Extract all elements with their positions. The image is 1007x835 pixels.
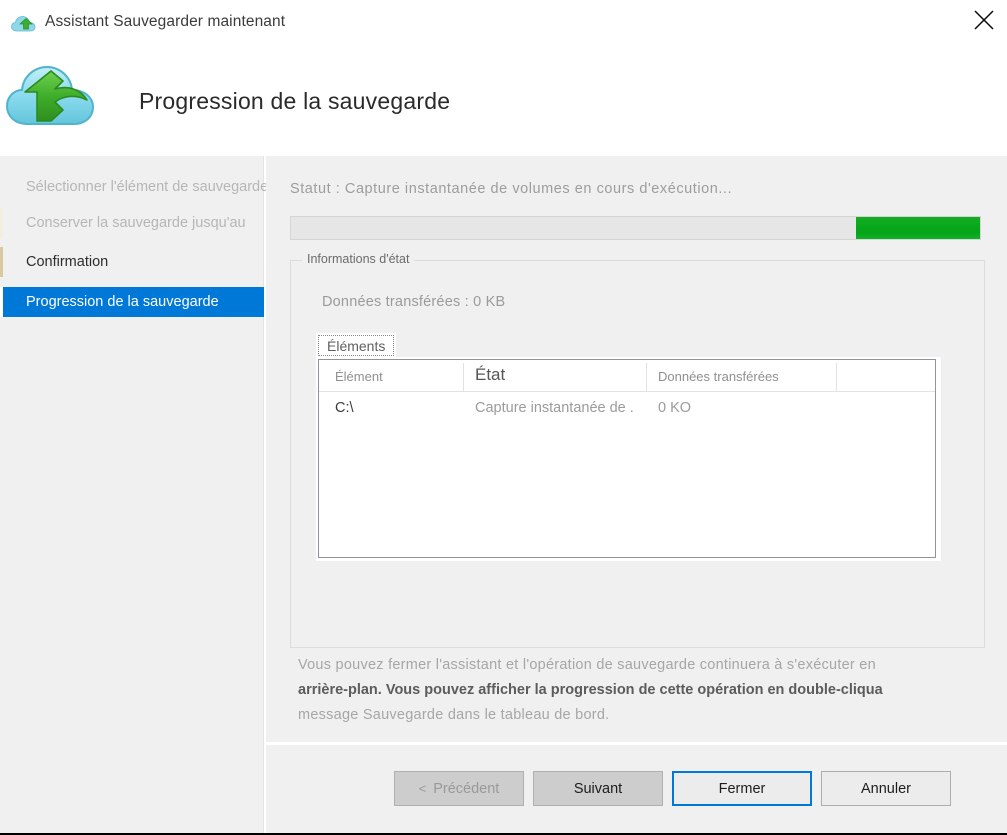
progress-bar-fill xyxy=(855,217,980,239)
note-line-3: message Sauvegarde dans le tableau de bo… xyxy=(298,707,610,723)
sidebar-item-label: Sélectionner l'élément de sauvegarde xyxy=(26,179,269,195)
status-info-legend: Informations d'état xyxy=(302,252,415,266)
sidebar-item-label: Conserver la sauvegarde jusqu'au xyxy=(26,215,246,231)
step-marker xyxy=(0,287,3,317)
chevron-left-icon: < xyxy=(418,781,427,796)
step-marker xyxy=(0,172,3,202)
cell-transferred: 0 KO xyxy=(658,400,692,416)
close-button-label: Fermer xyxy=(718,780,766,797)
status-info-groupbox: Informations d'état Données transférées … xyxy=(290,252,985,648)
tab-label: Éléments xyxy=(327,337,386,354)
column-divider[interactable] xyxy=(836,363,837,391)
backup-wizard-window: Assistant Sauvegarder maintenant Progres… xyxy=(0,0,1007,835)
window-title: Assistant Sauvegarder maintenant xyxy=(45,13,286,30)
status-text: Statut : Capture instantanée de volumes … xyxy=(290,181,733,197)
close-button[interactable]: Fermer xyxy=(672,771,812,806)
data-transferred-label: Données transférées : 0 KB xyxy=(322,294,506,310)
close-icon[interactable] xyxy=(961,0,1007,40)
sidebar-item-label: Progression de la sauvegarde xyxy=(26,294,219,310)
background-note: Vous pouvez fermer l'assistant et l'opér… xyxy=(298,653,1007,728)
cell-element: C:\ xyxy=(335,400,354,416)
next-button[interactable]: Suivant xyxy=(533,771,663,806)
main-content: Statut : Capture instantanée de volumes … xyxy=(266,156,1007,742)
cancel-button-label: Annuler xyxy=(861,780,911,797)
cancel-button[interactable]: Annuler xyxy=(821,771,951,806)
column-header-transferred[interactable]: Données transférées xyxy=(658,369,779,384)
sidebar-item-keep-backup-until[interactable]: Conserver la sauvegarde jusqu'au xyxy=(0,208,264,238)
wizard-header: Progression de la sauvegarde xyxy=(0,48,1007,155)
backup-cloud-icon xyxy=(11,14,37,34)
previous-button[interactable]: < Précédent xyxy=(394,771,524,806)
items-table[interactable]: Élément État Données transférées C:\ Cap… xyxy=(318,359,936,558)
sidebar-item-confirmation[interactable]: Confirmation xyxy=(0,247,264,277)
column-header-etat[interactable]: État xyxy=(475,365,505,385)
page-title: Progression de la sauvegarde xyxy=(139,88,451,114)
column-divider[interactable] xyxy=(646,363,647,391)
cell-etat: Capture instantanée de . xyxy=(475,400,634,416)
title-bar: Assistant Sauvegarder maintenant xyxy=(0,0,1007,48)
step-marker xyxy=(0,208,3,238)
sidebar-item-select-backup-item[interactable]: Sélectionner l'élément de sauvegarde xyxy=(0,172,268,202)
tabstrip: Éléments xyxy=(316,333,961,358)
progress-bar xyxy=(290,216,981,240)
sidebar-item-label: Confirmation xyxy=(26,254,109,270)
previous-button-label: Précédent xyxy=(433,780,500,797)
tab-elements[interactable]: Éléments xyxy=(316,333,397,358)
backup-cloud-large-icon xyxy=(3,58,103,134)
table-header-row: Élément État Données transférées xyxy=(319,360,935,392)
note-line-2: arrière-plan. Vous pouvez afficher la pr… xyxy=(298,682,883,698)
sidebar-item-backup-progress[interactable]: Progression de la sauvegarde xyxy=(0,287,264,317)
column-header-element[interactable]: Élément xyxy=(335,369,383,384)
wizard-footer: < Précédent Suivant Fermer Annuler xyxy=(266,744,1007,833)
column-divider[interactable] xyxy=(463,363,464,391)
step-marker xyxy=(0,247,3,277)
wizard-steps-sidebar: Sélectionner l'élément de sauvegarde Con… xyxy=(0,156,268,833)
note-line-1: Vous pouvez fermer l'assistant et l'opér… xyxy=(298,657,876,673)
next-button-label: Suivant xyxy=(573,780,623,797)
